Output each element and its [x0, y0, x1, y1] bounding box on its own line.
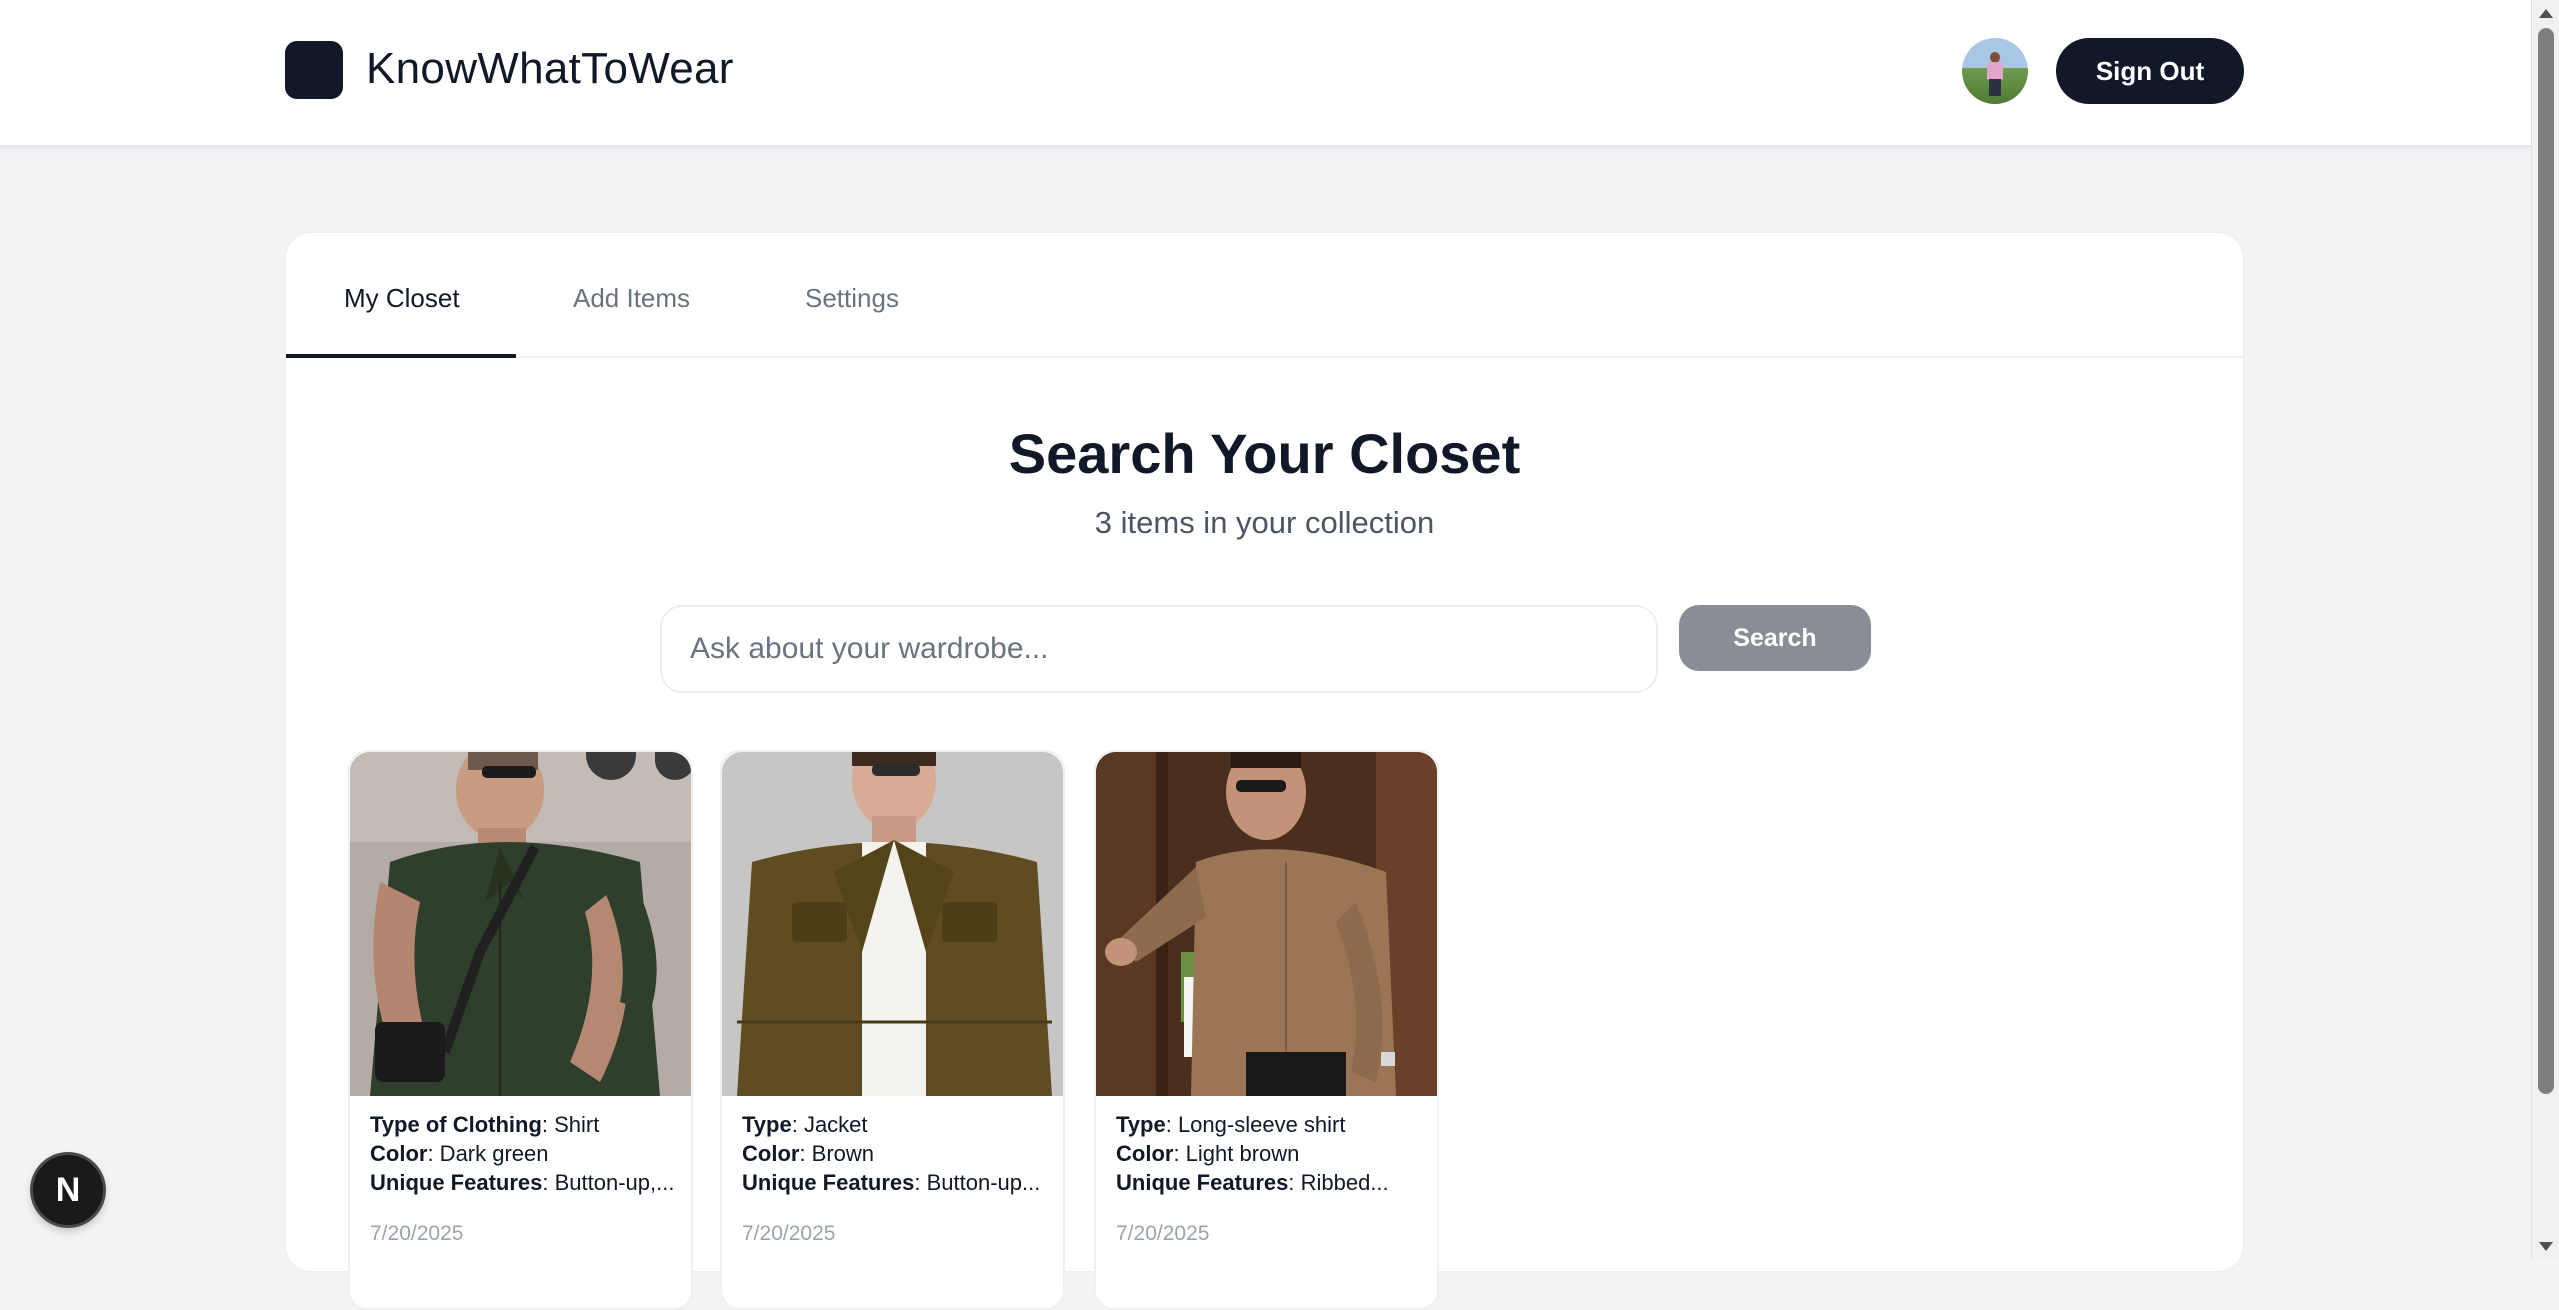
- item-details: Type: Long-sleeve shirt Color: Light bro…: [1116, 1110, 1421, 1197]
- item-date: 7/20/2025: [1116, 1222, 1210, 1245]
- avatar-person-body: [1987, 62, 2003, 80]
- item-type: Type: Long-sleeve shirt: [1116, 1112, 1346, 1137]
- closet-item-card[interactable]: Type of Clothing: Shirt Color: Dark gree…: [348, 750, 693, 1310]
- item-type: Type of Clothing: Shirt: [370, 1112, 600, 1137]
- avatar-person-legs: [1989, 79, 2001, 96]
- item-type: Type: Jacket: [742, 1112, 868, 1137]
- user-avatar[interactable]: [1962, 38, 2028, 104]
- active-tab-indicator: [286, 354, 516, 358]
- item-features: Unique Features: Button-up...: [742, 1170, 1041, 1195]
- search-title: Search Your Closet: [1008, 422, 1521, 485]
- scrollbar-thumb[interactable]: [2538, 28, 2554, 1094]
- page-scrollbar[interactable]: [2531, 0, 2559, 1260]
- item-date: 7/20/2025: [370, 1222, 464, 1245]
- app-title[interactable]: KnowWhatToWear: [366, 44, 734, 94]
- clothing-image-dark-green-shirt: [350, 752, 691, 1096]
- closet-item-card[interactable]: Type: Jacket Color: Brown Unique Feature…: [720, 750, 1065, 1310]
- wardrobe-search-input[interactable]: [660, 605, 1658, 693]
- item-color: Color: Dark green: [370, 1141, 549, 1166]
- clothing-image-brown-jacket: [722, 752, 1063, 1096]
- item-features: Unique Features: Ribbed...: [1116, 1170, 1389, 1195]
- item-details: Type: Jacket Color: Brown Unique Feature…: [742, 1110, 1047, 1197]
- dev-tools-badge[interactable]: N: [33, 1155, 103, 1225]
- item-color: Color: Brown: [742, 1141, 875, 1166]
- chevron-down-icon[interactable]: [2539, 1242, 2553, 1251]
- search-button[interactable]: Search: [1679, 605, 1871, 671]
- tab-bar: My Closet Add Items Settings: [286, 233, 2243, 358]
- item-details: Type of Clothing: Shirt Color: Dark gree…: [370, 1110, 675, 1197]
- logo-square-icon[interactable]: [285, 41, 343, 99]
- closet-item-card[interactable]: Type: Long-sleeve shirt Color: Light bro…: [1094, 750, 1439, 1310]
- item-date: 7/20/2025: [742, 1222, 836, 1245]
- main-panel: My Closet Add Items Settings Search Your…: [285, 232, 2244, 1310]
- item-features: Unique Features: Button-up,...: [370, 1170, 675, 1195]
- item-count: 3 items in your collection: [1094, 505, 1435, 540]
- chevron-up-icon[interactable]: [2539, 9, 2553, 18]
- app-header: KnowWhatToWear Sign Out: [0, 0, 2531, 147]
- tab-settings[interactable]: Settings: [805, 283, 899, 314]
- item-color: Color: Light brown: [1116, 1141, 1300, 1166]
- tab-my-closet[interactable]: My Closet: [344, 283, 460, 314]
- tab-add-items[interactable]: Add Items: [573, 283, 690, 314]
- sign-out-button[interactable]: Sign Out: [2056, 38, 2244, 104]
- clothing-image-light-brown-shirt: [1096, 752, 1437, 1096]
